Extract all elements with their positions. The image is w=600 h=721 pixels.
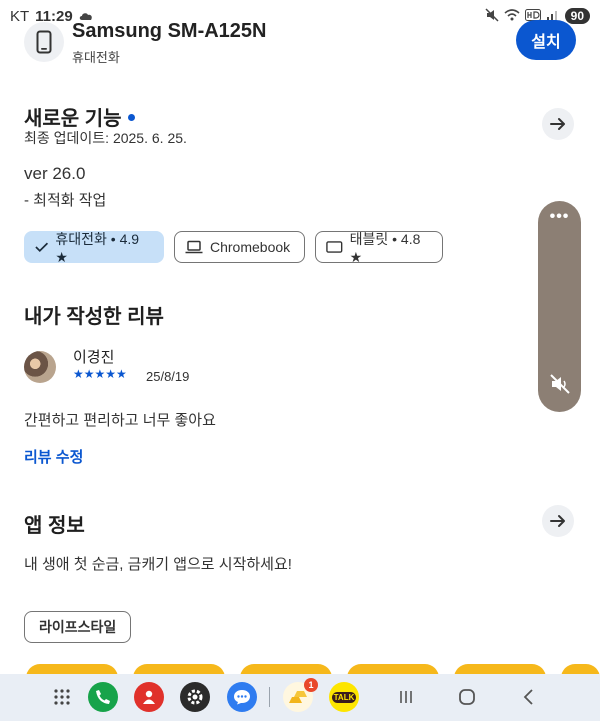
- my-review-title: 내가 작성한 리뷰: [24, 306, 164, 328]
- chip-tablet-label: 태블릿 • 4.8 ★: [349, 230, 421, 265]
- whats-new-title-text: 새로운 기능: [24, 108, 122, 130]
- device-row: Samsung SM-A125N 휴대전화 설치: [24, 16, 576, 66]
- review-date: 25/8/19: [146, 369, 190, 384]
- back-button[interactable]: [514, 682, 544, 712]
- device-type: 휴대전화: [72, 50, 120, 65]
- volume-panel[interactable]: •••: [538, 201, 581, 412]
- chip-chromebook-label: Chromebook: [210, 239, 291, 255]
- settings-app-icon[interactable]: [180, 682, 210, 712]
- new-indicator-dot: [127, 114, 135, 122]
- app-info-title: 앱 정보: [24, 515, 85, 537]
- app-description: 내 생애 첫 순금, 금캐기 앱으로 시작하세요!: [24, 556, 292, 573]
- star-rating: ★★★★★: [73, 367, 127, 381]
- contacts-app-icon[interactable]: [134, 682, 164, 712]
- avatar: [24, 351, 56, 383]
- laptop-icon: [185, 240, 203, 254]
- install-button[interactable]: 설치: [516, 20, 576, 60]
- arrow-right-icon: [550, 515, 565, 527]
- phone-app-icon[interactable]: [88, 682, 118, 712]
- chip-tablet[interactable]: 태블릿 • 4.8 ★: [315, 230, 443, 265]
- arrow-right-icon: [550, 118, 565, 130]
- taskbar-divider: [269, 687, 270, 707]
- apps-grid-icon[interactable]: [47, 682, 77, 712]
- tablet-icon: [326, 241, 343, 253]
- version-text: ver 26.0: [24, 164, 86, 183]
- app-info-arrow-button[interactable]: [542, 505, 574, 537]
- more-options-icon[interactable]: •••: [550, 209, 570, 225]
- check-icon: [35, 242, 49, 253]
- recent-apps-button[interactable]: [391, 682, 421, 712]
- phone-icon: [24, 22, 64, 62]
- messages-app-icon[interactable]: [227, 682, 257, 712]
- home-button[interactable]: [452, 682, 482, 712]
- category-chip[interactable]: 라이프스타일: [24, 611, 132, 643]
- device-filter-chips: 휴대전화 • 4.9 ★ Chromebook 태블릿 • 4.8 ★: [24, 230, 443, 265]
- chip-phone[interactable]: 휴대전화 • 4.9 ★: [24, 230, 164, 265]
- notification-badge: 1: [304, 678, 318, 692]
- last-updated: 최종 업데이트: 2025. 6. 25.: [24, 130, 187, 146]
- release-notes: - 최적화 작업: [24, 192, 107, 209]
- review-text: 간편하고 편리하고 너무 좋아요: [24, 412, 216, 429]
- volume-muted-icon[interactable]: [549, 373, 571, 400]
- chip-chromebook[interactable]: Chromebook: [174, 231, 305, 263]
- device-name: Samsung SM-A125N: [72, 20, 267, 42]
- chip-phone-label: 휴대전화 • 4.9 ★: [55, 230, 140, 265]
- kakaotalk-app-icon[interactable]: TALK: [329, 682, 359, 712]
- kakaotalk-label: TALK: [331, 691, 357, 703]
- whats-new-title: 새로운 기능: [24, 102, 135, 131]
- whats-new-arrow-button[interactable]: [542, 108, 574, 140]
- reviewer-name: 이경진: [73, 349, 115, 366]
- edit-review-link[interactable]: 리뷰 수정: [24, 446, 83, 467]
